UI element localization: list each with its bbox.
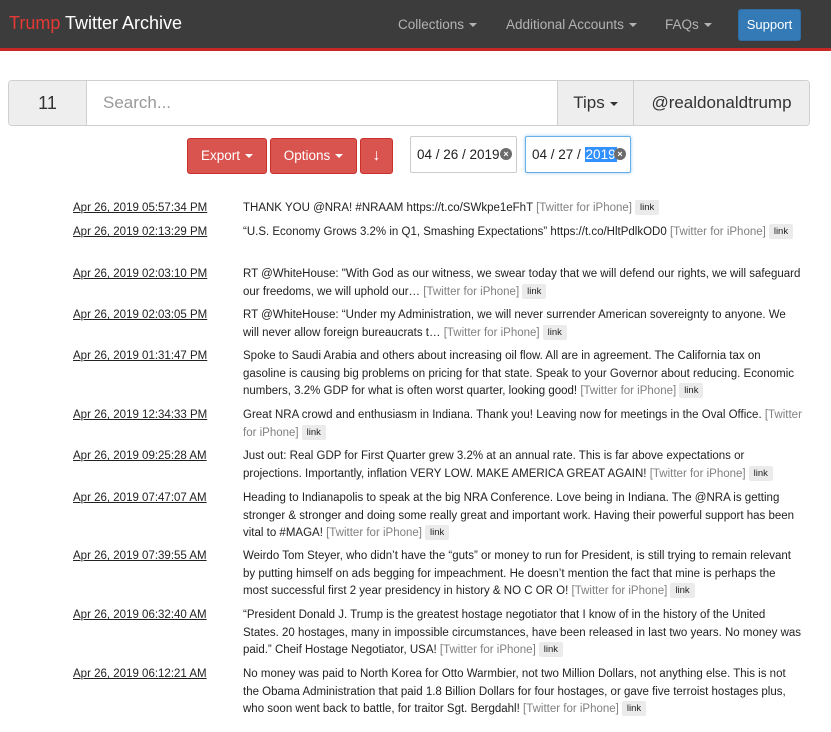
tweet-source: [Twitter for iPhone] <box>571 585 668 597</box>
tweet-date-link[interactable]: Apr 26, 2019 02:03:05 PM <box>73 307 207 324</box>
top-navbar: Trump Twitter Archive Collections Additi… <box>0 0 831 51</box>
chevron-down-icon <box>703 23 712 28</box>
brand-logo[interactable]: Trump Twitter Archive <box>9 13 182 34</box>
clear-icon[interactable]: × <box>500 148 512 160</box>
brand-title: Twitter Archive <box>65 13 183 33</box>
tips-dropdown[interactable]: Tips <box>557 81 633 125</box>
tweet-text: RT @WhiteHouse: "With God as our witness… <box>243 266 803 301</box>
chevron-down-icon <box>469 23 478 28</box>
tweet-link-button[interactable]: link <box>634 200 660 216</box>
tweet-body: No money was paid to North Korea for Ott… <box>243 668 786 715</box>
tweet-date-link[interactable]: Apr 26, 2019 06:12:21 AM <box>73 666 207 683</box>
tweet-link-button[interactable]: link <box>538 642 564 658</box>
tweet-source: [Twitter for iPhone] <box>649 467 746 480</box>
tweet-date-link[interactable]: Apr 26, 2019 12:34:33 PM <box>73 407 207 424</box>
tweet-date-link[interactable]: Apr 26, 2019 02:03:10 PM <box>73 266 207 283</box>
search-group: 11 Tips @realdonaldtrump <box>8 80 810 126</box>
end-date-input[interactable]: 04 / 27 / 2019 × <box>525 136 631 173</box>
nav-collections-label: Collections <box>398 17 465 32</box>
options-label: Options <box>283 148 331 163</box>
tips-label: Tips <box>573 93 605 112</box>
export-label: Export <box>200 148 241 163</box>
tweet-text: Just out: Real GDP for First Quarter gre… <box>243 448 803 483</box>
nav-faqs-label: FAQs <box>665 17 699 32</box>
end-date-selected-year: 2019 <box>584 147 617 162</box>
tweet-source: [Twitter for iPhone] <box>443 326 540 339</box>
tweet-date-link[interactable]: Apr 26, 2019 09:25:28 AM <box>73 448 207 465</box>
chevron-down-icon <box>245 154 254 159</box>
tweet-date-link[interactable]: Apr 26, 2019 07:39:55 AM <box>73 548 207 565</box>
tweet-text: RT @WhiteHouse: “Under my Administration… <box>243 307 803 342</box>
tweet-text: Great NRA crowd and enthusiasm in Indian… <box>243 407 803 442</box>
tweet-date-link[interactable]: Apr 26, 2019 07:47:07 AM <box>73 490 207 507</box>
search-input[interactable] <box>87 81 557 125</box>
tweet-text: “President Donald J. Trump is the greate… <box>243 607 803 660</box>
tweet-source: [Twitter for iPhone] <box>580 385 677 397</box>
tweet-body: “U.S. Economy Grows 3.2% in Q1, Smashing… <box>243 226 667 238</box>
tweet-source: [Twitter for iPhone] <box>536 202 632 214</box>
tweet-text: Weirdo Tom Steyer, who didn’t have the “… <box>243 548 803 601</box>
tweet-link-button[interactable]: link <box>670 583 695 599</box>
tweet-source: [Twitter for iPhone] <box>326 527 422 539</box>
tweet-link-button[interactable]: link <box>522 283 547 299</box>
tweet-text: Heading to Indianapolis to speak at the … <box>243 490 803 543</box>
sort-arrow-icon: ↓ <box>372 147 381 164</box>
tweet-source: [Twitter for iPhone] <box>439 644 536 656</box>
tweet-link-button[interactable]: link <box>424 525 450 541</box>
nav-collections-dropdown[interactable]: Collections <box>398 17 478 32</box>
tweet-text: Spoke to Saudi Arabia and others about i… <box>243 348 803 401</box>
tweet-link-button[interactable]: link <box>748 465 773 481</box>
tweet-text: “U.S. Economy Grows 3.2% in Q1, Smashing… <box>243 224 803 242</box>
brand-highlight: Trump <box>9 13 61 33</box>
tweet-date-link[interactable]: Apr 26, 2019 06:32:40 AM <box>73 607 207 624</box>
nav-additional-accounts-label: Additional Accounts <box>506 17 624 32</box>
tweet-link-button[interactable]: link <box>768 224 794 240</box>
tweet-date-link[interactable]: Apr 26, 2019 01:31:47 PM <box>73 348 207 365</box>
tweet-link-button[interactable]: link <box>542 324 567 340</box>
end-date-prefix: 04 / 27 / <box>532 147 585 162</box>
tweet-date-link[interactable]: Apr 26, 2019 02:13:29 PM <box>73 224 207 241</box>
tweet-link-button[interactable]: link <box>679 383 704 399</box>
tweet-body: Spoke to Saudi Arabia and others about i… <box>243 350 795 397</box>
clear-icon[interactable]: × <box>614 148 626 160</box>
tweet-source: [Twitter for iPhone] <box>669 226 766 238</box>
tweet-body: THANK YOU @NRA! #NRAAM https://t.co/SWkp… <box>243 202 533 214</box>
options-button[interactable]: Options <box>270 138 357 174</box>
export-button[interactable]: Export <box>187 138 267 174</box>
chevron-down-icon <box>609 101 618 106</box>
start-date-input[interactable]: 04 / 26 / 2019 × <box>410 136 517 173</box>
tweet-body: Weirdo Tom Steyer, who didn’t have the “… <box>243 550 791 597</box>
sort-order-button[interactable]: ↓ <box>360 138 393 174</box>
nav-faqs-dropdown[interactable]: FAQs <box>665 17 712 32</box>
account-handle[interactable]: @realdonaldtrump <box>633 81 809 125</box>
tweet-text: No money was paid to North Korea for Ott… <box>243 666 803 719</box>
tweet-source: [Twitter for iPhone] <box>423 285 520 298</box>
start-date-value: 04 / 26 / 2019 <box>417 147 500 162</box>
support-button[interactable]: Support <box>738 9 801 41</box>
tweet-text: THANK YOU @NRA! #NRAAM https://t.co/SWkp… <box>243 200 803 218</box>
tweet-body: Great NRA crowd and enthusiasm in Indian… <box>243 409 762 421</box>
tweet-link-button[interactable]: link <box>301 424 326 440</box>
chevron-down-icon <box>335 154 344 159</box>
tweet-source: [Twitter for iPhone] <box>523 703 619 715</box>
tweet-date-link[interactable]: Apr 26, 2019 05:57:34 PM <box>73 200 207 217</box>
nav-additional-accounts-dropdown[interactable]: Additional Accounts <box>506 17 637 32</box>
chevron-down-icon <box>628 23 637 28</box>
tweet-link-button[interactable]: link <box>621 701 647 717</box>
result-count: 11 <box>9 81 87 125</box>
